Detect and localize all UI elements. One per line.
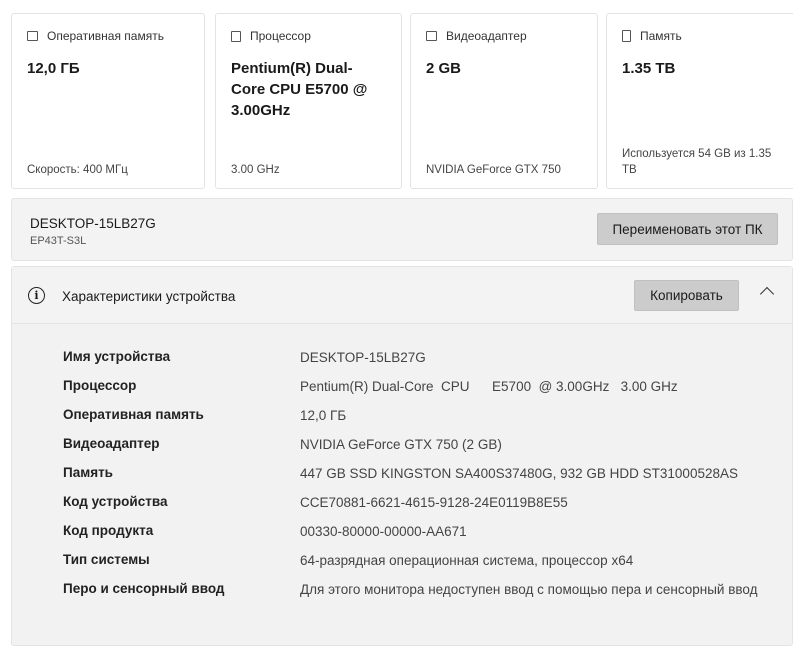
- spec-key: Код продукта: [63, 523, 154, 538]
- gpu-card: Видеоадаптер 2 GB NVIDIA GeForce GTX 750: [410, 13, 598, 189]
- device-specs-section: i Характеристики устройства Копировать И…: [11, 266, 793, 646]
- gpu-icon: [426, 31, 437, 41]
- card-sub: NVIDIA GeForce GTX 750: [426, 164, 561, 176]
- spec-value: 447 GB SSD KINGSTON SA400S37480G, 932 GB…: [300, 466, 738, 481]
- spec-value: Pentium(R) Dual-Core CPU E5700 @ 3.00GHz…: [300, 379, 678, 394]
- spec-key: Перо и сенсорный ввод: [63, 581, 225, 596]
- card-sub: Используется 54 GB из 1.35 TB: [622, 148, 772, 176]
- specs-title: Характеристики устройства: [62, 289, 236, 304]
- pc-model: EP43T-S3L: [30, 235, 87, 247]
- spec-key: Имя устройства: [63, 349, 171, 364]
- spec-key: Код устройства: [63, 494, 168, 509]
- spec-value: DESKTOP-15LB27G: [300, 350, 426, 365]
- spec-value: 12,0 ГБ: [300, 408, 347, 423]
- card-label: Память: [640, 29, 682, 43]
- card-value: 1.35 TB: [622, 60, 676, 77]
- storage-icon: [622, 30, 631, 42]
- pc-name-panel: DESKTOP-15LB27G EP43T-S3L Переименовать …: [11, 198, 793, 261]
- ram-card: Оперативная память 12,0 ГБ Скорость: 400…: [11, 13, 205, 189]
- chevron-up-icon[interactable]: [759, 286, 775, 302]
- storage-card: Память 1.35 TB Используется 54 GB из 1.3…: [606, 13, 793, 189]
- spec-key: Память: [63, 465, 113, 480]
- spec-value: 00330-80000-00000-AA671: [300, 524, 467, 539]
- info-icon: i: [28, 287, 45, 304]
- cpu-card: Процессор Pentium(R) Dual-Core CPU E5700…: [215, 13, 402, 189]
- spec-key: Тип системы: [63, 552, 150, 567]
- spec-value: CCE70881-6621-4615-9128-24E0119B8E55: [300, 495, 568, 510]
- card-value: Pentium(R) Dual-Core CPU E5700 @ 3.00GHz: [231, 60, 368, 119]
- card-label: Оперативная память: [47, 29, 164, 43]
- card-label: Видеоадаптер: [446, 29, 527, 43]
- card-value: 2 GB: [426, 60, 462, 77]
- specs-header[interactable]: i Характеристики устройства Копировать: [12, 267, 792, 324]
- spec-key: Оперативная память: [63, 407, 204, 422]
- pc-name: DESKTOP-15LB27G: [30, 216, 156, 231]
- copy-button[interactable]: Копировать: [634, 280, 739, 311]
- cpu-icon: [231, 30, 241, 42]
- card-sub: 3.00 GHz: [231, 164, 280, 176]
- spec-value: 64-разрядная операционная система, проце…: [300, 553, 634, 568]
- spec-value: NVIDIA GeForce GTX 750 (2 GB): [300, 437, 502, 452]
- ram-icon: [27, 31, 38, 41]
- card-value: 12,0 ГБ: [27, 60, 80, 77]
- spec-key: Процессор: [63, 378, 137, 393]
- spec-value: Для этого монитора недоступен ввод с пом…: [300, 582, 758, 597]
- card-sub: Скорость: 400 МГц: [27, 164, 128, 176]
- card-label: Процессор: [250, 29, 311, 43]
- spec-key: Видеоадаптер: [63, 436, 160, 451]
- rename-pc-button[interactable]: Переименовать этот ПК: [597, 213, 778, 245]
